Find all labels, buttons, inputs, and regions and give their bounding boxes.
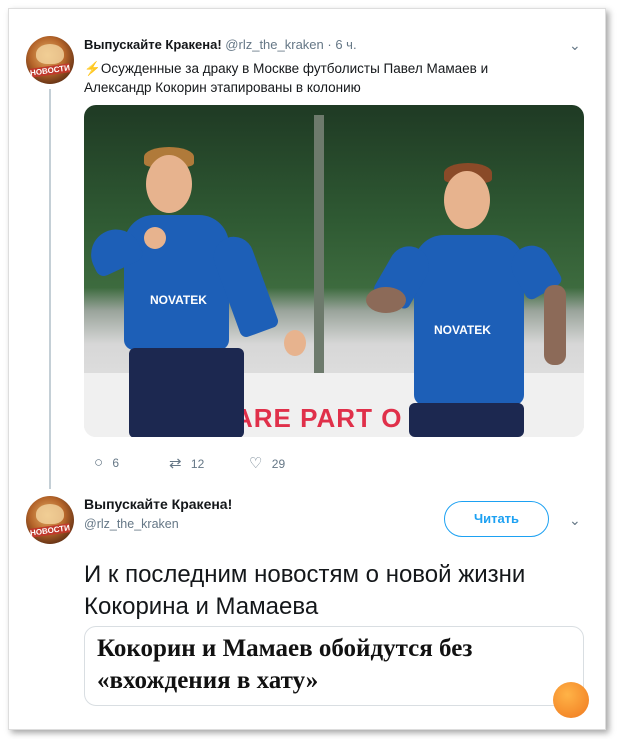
- author-name[interactable]: Выпускайте Кракена!: [84, 496, 232, 512]
- avatar-kraken-image: [36, 504, 64, 524]
- background-pole: [314, 115, 324, 375]
- like-button[interactable]: ♡ 29: [249, 454, 285, 472]
- tweet-1[interactable]: НОВОСТИ Выпускайте Кракена! @rlz_the_kra…: [9, 9, 607, 489]
- retweet-icon: ⇄: [169, 455, 182, 472]
- tweet-header: Выпускайте Кракена! @rlz_the_kraken · 6 …: [84, 37, 357, 52]
- tweet-text: И к последним новостям о новой жизни Кок…: [84, 561, 526, 620]
- screenshot-frame: НОВОСТИ Выпускайте Кракена! @rlz_the_kra…: [8, 8, 606, 730]
- avatar-kraken-image: [36, 44, 64, 64]
- avatar[interactable]: НОВОСТИ: [26, 36, 74, 84]
- author-handle[interactable]: @rlz_the_kraken: [84, 517, 179, 531]
- avatar-label: НОВОСТИ: [29, 523, 71, 538]
- reply-button[interactable]: ○ 6: [94, 454, 119, 471]
- heart-icon: ♡: [249, 455, 263, 472]
- author-handle[interactable]: @rlz_the_kraken: [225, 37, 323, 52]
- avatar[interactable]: НОВОСТИ: [26, 496, 74, 544]
- reply-count: 6: [112, 456, 120, 470]
- tweet-time[interactable]: 6 ч.: [335, 37, 356, 52]
- like-count: 29: [271, 457, 286, 471]
- sponsor-logo-right: NOVATEK: [434, 323, 491, 337]
- tweet-text: ⚡Осужденные за драку в Москве футболисты…: [84, 59, 554, 97]
- retweet-count: 12: [190, 457, 205, 471]
- tweet-2[interactable]: НОВОСТИ Выпускайте Кракена! @rlz_the_kra…: [9, 484, 607, 731]
- chevron-down-icon[interactable]: ⌄: [569, 512, 581, 529]
- tweet-text-line2: Александр Кокорин этапированы в колонию: [84, 80, 361, 95]
- reply-icon: ○: [94, 454, 104, 471]
- tweet-photo[interactable]: ARE PART O EAT A NOVATEK NOVATEK: [84, 105, 584, 437]
- avatar-label: НОВОСТИ: [29, 63, 71, 78]
- thread-line: [49, 89, 51, 489]
- sponsor-logo-left: NOVATEK: [150, 293, 207, 307]
- retweet-button[interactable]: ⇄ 12: [169, 454, 204, 472]
- chevron-down-icon[interactable]: ⌄: [569, 37, 581, 54]
- author-name[interactable]: Выпускайте Кракена!: [84, 37, 222, 52]
- lightning-icon: ⚡: [84, 61, 101, 76]
- card-title: Кокорин и Мамаев обойдутся без «вхождени…: [97, 635, 473, 694]
- follow-button[interactable]: Читать: [444, 501, 549, 537]
- tweet-text-line1: Осужденные за драку в Москве футболисты …: [100, 61, 489, 76]
- link-card[interactable]: Кокорин и Мамаев обойдутся без «вхождени…: [84, 626, 584, 706]
- watermark-logo: [553, 682, 589, 718]
